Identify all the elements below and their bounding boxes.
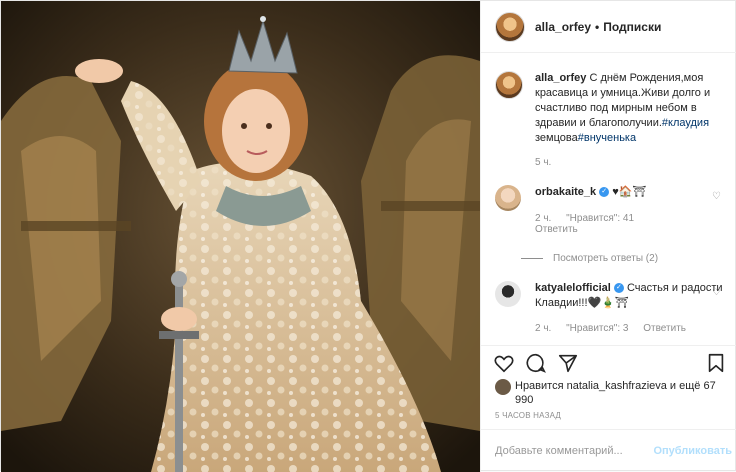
post-photo[interactable] bbox=[1, 1, 480, 472]
comment-text: ♥🏠⛩ bbox=[612, 186, 647, 198]
heart-icon[interactable] bbox=[493, 352, 515, 374]
header-separator: • bbox=[595, 19, 600, 34]
photo-illustration bbox=[1, 1, 480, 472]
caption-tag-vnuchenka[interactable]: #внученька bbox=[578, 132, 636, 144]
reply-button[interactable]: Ответить bbox=[535, 224, 578, 235]
comment-time[interactable]: 2 ч. bbox=[535, 213, 551, 224]
post-sidebar: alla_orfey • Подписки alla_orfey С днём … bbox=[480, 1, 736, 472]
comment-meta: 2 ч. "Нравится": 41 Ответить bbox=[535, 213, 646, 235]
add-comment-input[interactable]: Добавьте комментарий... bbox=[495, 445, 623, 457]
comment-body: katyalelofficial ✓ Счастья и радости Кла… bbox=[535, 281, 725, 311]
bookmark-icon[interactable] bbox=[705, 352, 727, 374]
view-replies-button[interactable]: Посмотреть ответы (2) bbox=[521, 253, 658, 264]
small-heart-icon[interactable]: ♡ bbox=[712, 287, 721, 298]
add-comment-form: Добавьте комментарий... Опубликовать bbox=[481, 429, 736, 472]
caption-avatar[interactable] bbox=[495, 71, 523, 99]
following-button[interactable]: Подписки bbox=[603, 20, 661, 34]
liker-avatar[interactable] bbox=[495, 379, 511, 395]
comment-username[interactable]: orbakaite_k bbox=[535, 186, 596, 198]
instagram-post: alla_orfey • Подписки alla_orfey С днём … bbox=[0, 0, 736, 472]
comment-icon[interactable] bbox=[525, 352, 547, 374]
small-heart-icon[interactable]: ♡ bbox=[712, 191, 721, 202]
comment-likes[interactable]: "Нравится": 41 bbox=[566, 213, 634, 224]
comment-body: orbakaite_k ✓ ♥🏠⛩ bbox=[535, 185, 725, 200]
publish-button[interactable]: Опубликовать bbox=[653, 445, 732, 457]
author-username[interactable]: alla_orfey bbox=[535, 20, 591, 34]
caption-body: alla_orfey С днём Рождения,моя красавица… bbox=[535, 71, 725, 146]
post-header: alla_orfey • Подписки bbox=[481, 1, 736, 53]
caption-meta: 5 ч. bbox=[535, 157, 563, 168]
comments-section[interactable]: alla_orfey С днём Рождения,моя красавица… bbox=[481, 53, 736, 345]
author-avatar[interactable] bbox=[495, 11, 525, 42]
commenter-avatar[interactable] bbox=[495, 185, 521, 211]
caption-username[interactable]: alla_orfey bbox=[535, 72, 586, 84]
verified-icon: ✓ bbox=[599, 187, 610, 198]
caption-text-2: земцова bbox=[535, 132, 578, 144]
comment-likes[interactable]: "Нравится": 3 bbox=[566, 323, 628, 334]
comment-meta: 2 ч. "Нравится": 3 Ответить bbox=[535, 323, 698, 334]
likes-text[interactable]: Нравится natalia_kashfrazieva и ещё 67 9… bbox=[515, 379, 725, 407]
post-timestamp[interactable]: 5 ЧАСОВ НАЗАД bbox=[495, 411, 561, 420]
comment-username[interactable]: katyalelofficial bbox=[535, 282, 611, 294]
caption: alla_orfey С днём Рождения,моя красавица… bbox=[495, 71, 725, 191]
caption-time[interactable]: 5 ч. bbox=[535, 157, 551, 168]
reply-button[interactable]: Ответить bbox=[643, 323, 686, 334]
post-actions bbox=[481, 345, 736, 376]
verified-icon: ✓ bbox=[613, 283, 624, 294]
share-icon[interactable] bbox=[557, 352, 579, 374]
caption-tag-klaudia[interactable]: #клаудия bbox=[662, 117, 709, 129]
comment-item: katyalelofficial ✓ Счастья и радости Кла… bbox=[495, 281, 725, 341]
commenter-avatar[interactable] bbox=[495, 281, 521, 307]
comment-time[interactable]: 2 ч. bbox=[535, 323, 551, 334]
